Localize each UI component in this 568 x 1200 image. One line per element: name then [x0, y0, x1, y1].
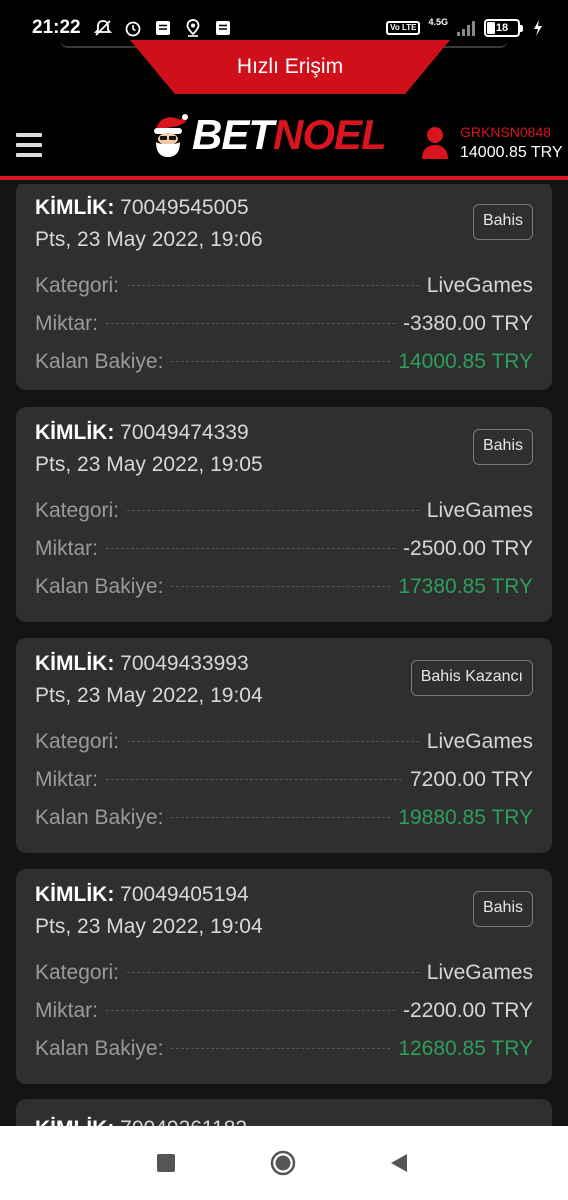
home-icon[interactable] — [270, 1150, 296, 1176]
category-value: LiveGames — [426, 274, 533, 297]
system-navigation-bar — [0, 1126, 568, 1200]
category-value: LiveGames — [426, 730, 533, 753]
status-icons-left — [93, 18, 233, 38]
remaining-balance-value: 19880.85 TRY — [398, 806, 533, 829]
muted-notification-icon — [93, 18, 113, 38]
id-label: KİMLİK: — [35, 883, 115, 906]
battery-level: 18 — [495, 22, 509, 34]
remaining-balance-row: Kalan Bakiye: 19880.85 TRY — [35, 806, 533, 829]
logo-text: BETNOEL — [192, 111, 387, 158]
category-row: Kategori: LiveGames — [35, 730, 533, 753]
transaction-date: Pts, 23 May 2022, 19:04 — [35, 684, 263, 707]
transaction-list[interactable]: KİMLİK: 70049545005 Pts, 23 May 2022, 19… — [0, 184, 568, 1126]
category-row: Kategori: LiveGames — [35, 274, 533, 297]
category-row: Kategori: LiveGames — [35, 961, 533, 984]
quick-access-tab[interactable]: Hızlı Erişim — [130, 40, 450, 94]
transaction-card[interactable]: KİMLİK: 70049433993 Pts, 23 May 2022, 19… — [16, 638, 552, 853]
transaction-card[interactable]: KİMLİK: 70049405194 Pts, 23 May 2022, 19… — [16, 869, 552, 1084]
transaction-id-line: KİMLİK: 70049474339 — [35, 421, 263, 445]
transaction-id-line: KİMLİK: 70049545005 — [35, 196, 263, 220]
id-label: KİMLİK: — [35, 421, 115, 444]
remaining-balance-value: 17380.85 TRY — [398, 575, 533, 598]
transaction-id: 70049474339 — [120, 421, 249, 444]
volte-indicator: Vo LTE — [386, 21, 421, 35]
battery-icon: 18 — [484, 19, 523, 37]
category-value: LiveGames — [426, 499, 533, 522]
remaining-balance-value: 14000.85 TRY — [398, 350, 533, 373]
status-icons-right: Vo LTE 4.5G 18 — [386, 17, 548, 38]
amount-row: Miktar: -2500.00 TRY — [35, 537, 533, 560]
category-value: LiveGames — [426, 961, 533, 984]
app-header: Hızlı Erişim BETNOEL GRKNSN0848 14000.85… — [0, 40, 568, 180]
amount-value: -3380.00 TRY — [403, 312, 533, 335]
transaction-type-badge: Bahis — [472, 429, 533, 465]
id-label: KİMLİK: — [35, 652, 115, 675]
amount-value: 7200.00 TRY — [410, 768, 533, 791]
account-balance: 14000.85 TRY — [460, 144, 563, 161]
transaction-type-badge: Bahis — [472, 891, 533, 927]
transaction-date: Pts, 23 May 2022, 19:06 — [35, 228, 263, 251]
user-info: GRKNSN0848 14000.85 TRY — [460, 124, 563, 162]
transaction-id: 70049361182 — [120, 1117, 247, 1126]
remaining-balance-row: Kalan Bakiye: 12680.85 TRY — [35, 1037, 533, 1060]
amount-row: Miktar: -3380.00 TRY — [35, 312, 533, 335]
amount-row: Miktar: 7200.00 TRY — [35, 768, 533, 791]
remaining-balance-value: 12680.85 TRY — [398, 1037, 533, 1060]
remaining-balance-row: Kalan Bakiye: 14000.85 TRY — [35, 350, 533, 373]
transaction-card[interactable]: KİMLİK: 70049474339 Pts, 23 May 2022, 19… — [16, 407, 552, 622]
transaction-type-badge: Bahis Kazancı — [410, 660, 533, 696]
transaction-id: 70049545005 — [120, 196, 249, 219]
message-icon-2 — [213, 18, 233, 38]
santa-logo-icon — [148, 112, 188, 158]
charging-icon — [528, 18, 548, 38]
logo-bet: BET — [192, 111, 274, 158]
logo-noel: NOEL — [273, 111, 387, 158]
remaining-balance-row: Kalan Bakiye: 17380.85 TRY — [35, 575, 533, 598]
username: GRKNSN0848 — [460, 124, 552, 140]
status-time: 21:22 — [32, 17, 81, 38]
amount-row: Miktar: -2200.00 TRY — [35, 999, 533, 1022]
message-icon — [153, 18, 173, 38]
amount-value: -2200.00 TRY — [403, 999, 533, 1022]
site-logo[interactable]: BETNOEL — [148, 111, 387, 158]
back-icon[interactable] — [386, 1150, 412, 1176]
user-icon — [420, 125, 450, 161]
transaction-id-line: KİMLİK: 70049433993 — [35, 652, 263, 676]
network-type: 4.5G — [428, 17, 448, 27]
user-account[interactable]: GRKNSN0848 14000.85 TRY — [420, 124, 563, 162]
id-label: KİMLİK: — [35, 196, 115, 219]
transaction-id-line: KİMLİK: 70049361182 — [35, 1117, 533, 1126]
transaction-id: 70049405194 — [120, 883, 249, 906]
transaction-id-line: KİMLİK: 70049405194 — [35, 883, 263, 907]
id-label: KİMLİK: — [35, 1117, 114, 1126]
category-row: Kategori: LiveGames — [35, 499, 533, 522]
transaction-date: Pts, 23 May 2022, 19:05 — [35, 453, 263, 476]
transaction-type-badge: Bahis — [472, 204, 533, 240]
transaction-id: 70049433993 — [120, 652, 249, 675]
hamburger-menu-icon[interactable] — [16, 133, 42, 157]
transaction-card-partial[interactable]: KİMLİK: 70049361182 — [16, 1099, 552, 1126]
location-icon — [183, 18, 203, 38]
recent-apps-icon[interactable] — [153, 1150, 179, 1176]
signal-icon — [456, 18, 476, 38]
transaction-card[interactable]: KİMLİK: 70049545005 Pts, 23 May 2022, 19… — [16, 184, 552, 390]
transaction-date: Pts, 23 May 2022, 19:04 — [35, 915, 263, 938]
amount-value: -2500.00 TRY — [403, 537, 533, 560]
alarm-icon — [123, 18, 143, 38]
